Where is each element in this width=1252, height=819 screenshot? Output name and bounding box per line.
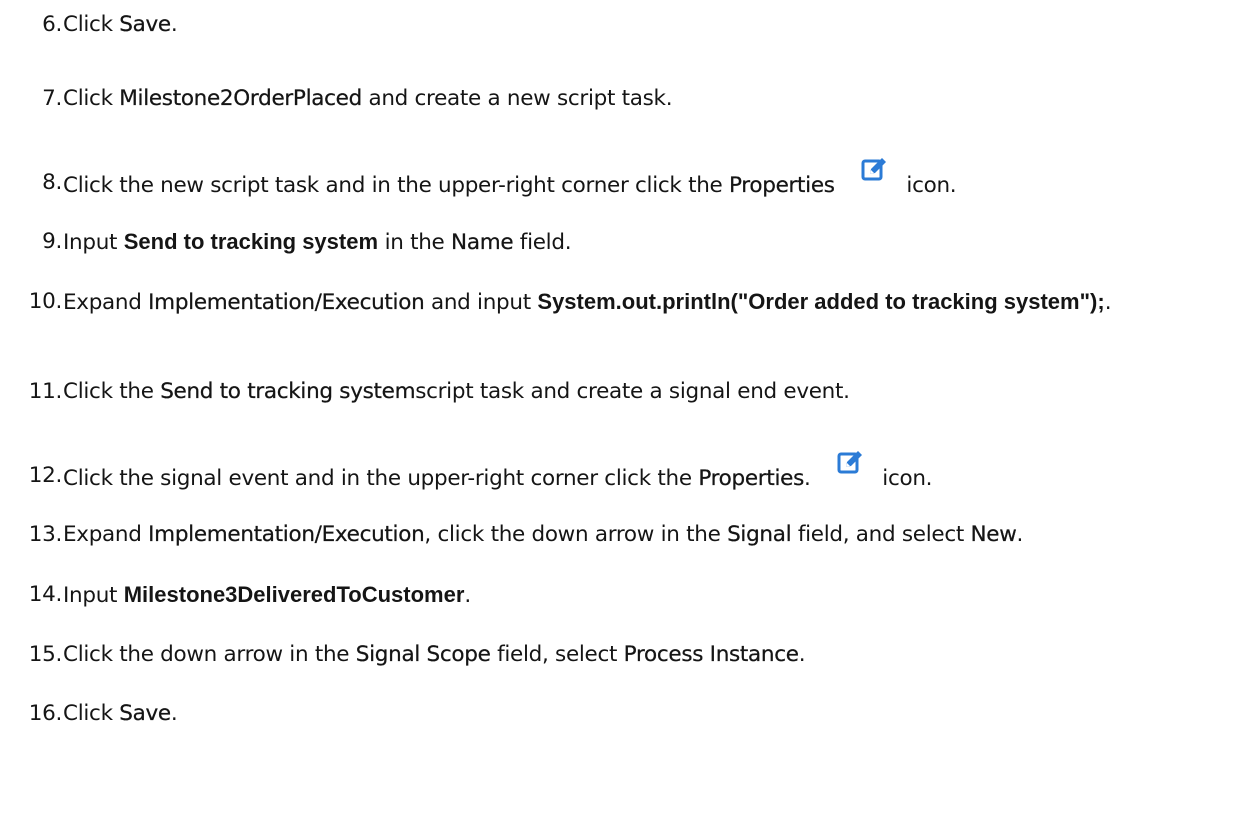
ui-label-signal: Signal xyxy=(727,522,792,547)
ui-label-signal-scope: Signal Scope xyxy=(355,642,491,667)
edit-properties-icon xyxy=(861,156,887,182)
edit-properties-icon xyxy=(837,449,863,475)
step-text: Expand Implementation/Execution and inpu… xyxy=(63,289,1112,315)
step-text: Click the signal event and in the upper-… xyxy=(63,451,1248,493)
ui-label-properties: Properties xyxy=(698,466,804,491)
ui-label-save: Save xyxy=(119,12,171,37)
ui-label-new: New xyxy=(970,522,1017,547)
ui-label-milestone: Milestone2OrderPlaced xyxy=(119,86,362,111)
step-text: Input Milestone3DeliveredToCustomer. xyxy=(63,582,471,608)
step-number: 14. xyxy=(28,582,63,607)
user-input-name: Send to tracking system xyxy=(123,229,379,254)
step-number: 9. xyxy=(42,229,62,254)
step-text: Click the down arrow in the Signal Scope… xyxy=(63,642,806,667)
step-number: 13. xyxy=(28,522,63,547)
ui-label-process-instance: Process Instance xyxy=(623,642,800,667)
ui-label-save: Save xyxy=(119,701,171,726)
step-number: 11. xyxy=(28,379,63,404)
step-number: 8. xyxy=(42,170,62,195)
step-number: 10. xyxy=(28,289,63,314)
ui-label-implementation: Implementation/Execution xyxy=(148,290,425,315)
ui-label-name: Name xyxy=(451,230,514,255)
step-text: Click Save. xyxy=(63,12,178,37)
ui-label-properties: Properties xyxy=(729,173,835,198)
step-number: 15. xyxy=(28,642,63,667)
step-number: 7. xyxy=(42,86,62,111)
step-number: 12. xyxy=(28,463,63,488)
step-text: Click Milestone2OrderPlaced and create a… xyxy=(63,86,673,111)
step-text: Input Send to tracking system in the Nam… xyxy=(63,229,572,255)
step-text: Click the Send to tracking systemscript … xyxy=(63,379,850,404)
step-text: Expand Implementation/Execution, click t… xyxy=(63,522,1024,547)
user-input-script: System.out.println("Order added to track… xyxy=(537,289,1105,314)
ui-label-task: Send to tracking system xyxy=(160,379,416,404)
user-input-signal: Milestone3DeliveredToCustomer xyxy=(123,582,465,607)
step-text: Click the new script task and in the upp… xyxy=(63,158,1248,200)
step-text: Click Save. xyxy=(63,701,178,726)
step-number: 6. xyxy=(42,12,62,37)
ui-label-implementation: Implementation/Execution xyxy=(148,522,425,547)
step-number: 16. xyxy=(28,701,63,726)
